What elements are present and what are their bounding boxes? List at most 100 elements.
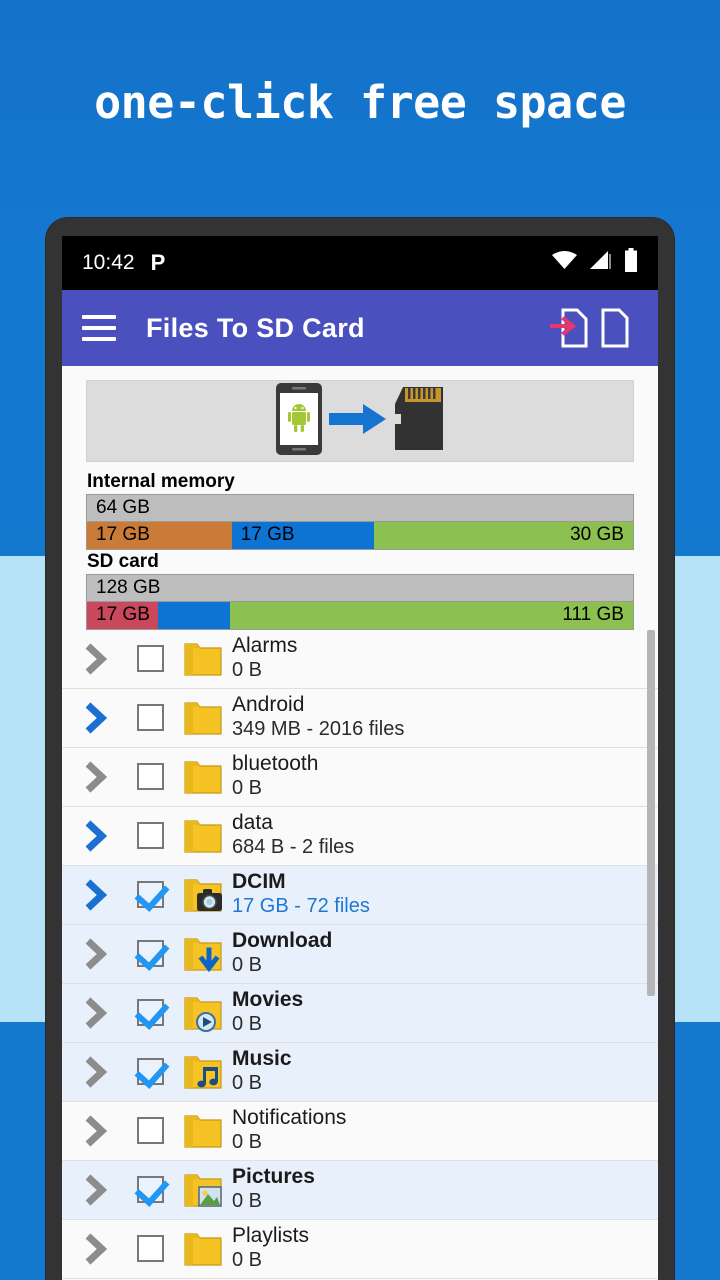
- page-title: one-click free space: [94, 76, 626, 129]
- hamburger-menu-icon[interactable]: [82, 315, 116, 341]
- chevron-right-icon[interactable]: [68, 641, 124, 677]
- row-checkbox[interactable]: [124, 999, 176, 1026]
- chevron-right-icon[interactable]: [68, 700, 124, 736]
- file-row-text: Movies 0 B: [230, 988, 658, 1036]
- phone-screen: 10:42 P Files To SD Card Internal memory…: [62, 236, 658, 1280]
- file-list-row[interactable]: Music 0 B: [62, 1042, 658, 1102]
- file-list-row[interactable]: Notifications 0 B: [62, 1102, 658, 1161]
- row-checkbox[interactable]: [124, 881, 176, 908]
- file-name: Playlists: [232, 1224, 310, 1248]
- storage-label: Internal memory: [87, 471, 235, 492]
- chevron-right-icon[interactable]: [68, 995, 124, 1031]
- folder-icon: [176, 755, 230, 799]
- file-row-text: Playlists 0 B: [230, 1224, 658, 1272]
- file-row-text: Android 349 MB - 2016 files: [230, 693, 658, 741]
- status-bar: 10:42 P: [62, 236, 658, 290]
- file-list-row[interactable]: Playlists 0 B: [62, 1220, 658, 1279]
- folder-music-icon: [176, 1050, 230, 1094]
- storage-segment-bar: 17 GB 111 GB: [86, 600, 634, 630]
- file-name: DCIM: [232, 870, 286, 894]
- folder-camera-icon: [176, 873, 230, 917]
- chevron-right-icon[interactable]: [68, 1054, 124, 1090]
- storage-segment-bar: 17 GB 17 GB 30 GB: [86, 520, 634, 550]
- status-time: 10:42: [82, 251, 135, 274]
- file-list-row[interactable]: Download 0 B: [62, 924, 658, 984]
- file-meta: 0 B: [232, 954, 263, 977]
- phone-mockup: 10:42 P Files To SD Card Internal memory…: [46, 218, 674, 1280]
- file-meta: 0 B: [232, 659, 263, 682]
- transfer-banner: [86, 380, 634, 462]
- file-row-text: bluetooth 0 B: [230, 752, 658, 800]
- file-row-text: Download 0 B: [230, 929, 658, 977]
- file-list-row[interactable]: bluetooth 0 B: [62, 748, 658, 807]
- row-checkbox[interactable]: [124, 1235, 176, 1262]
- row-checkbox[interactable]: [124, 763, 176, 790]
- chevron-right-icon[interactable]: [68, 936, 124, 972]
- chevron-right-icon[interactable]: [68, 818, 124, 854]
- file-meta: 0 B: [232, 777, 263, 800]
- banner-container: [62, 366, 658, 466]
- sd-card-icon: [393, 386, 445, 457]
- chevron-right-icon[interactable]: [68, 877, 124, 913]
- file-meta: 684 B - 2 files: [232, 836, 355, 859]
- file-row-text: Pictures 0 B: [230, 1165, 658, 1213]
- file-name: Android: [232, 693, 305, 717]
- folder-download-icon: [176, 932, 230, 976]
- file-row-text: Notifications 0 B: [230, 1106, 658, 1154]
- storage-segment: 17 GB: [87, 601, 158, 629]
- file-meta: 17 GB - 72 files: [232, 895, 370, 918]
- app-bar: Files To SD Card: [62, 290, 658, 366]
- battery-icon: [624, 248, 638, 278]
- storage-label: SD card: [87, 550, 159, 572]
- file-list-row[interactable]: DCIM 17 GB - 72 files: [62, 865, 658, 925]
- move-files-icon[interactable]: [546, 305, 592, 351]
- file-list[interactable]: Alarms 0 B Android 349 MB - 2016 files bluet…: [62, 629, 658, 1279]
- storage-segment: 30 GB: [373, 521, 633, 549]
- chevron-right-icon[interactable]: [68, 1172, 124, 1208]
- file-name: Pictures: [232, 1165, 315, 1189]
- file-meta: 0 B: [232, 1190, 263, 1213]
- storage-total-bar: 64 GB: [86, 493, 634, 521]
- file-name: Alarms: [232, 634, 298, 658]
- file-name: Music: [232, 1047, 292, 1071]
- folder-movie-icon: [176, 991, 230, 1035]
- row-checkbox[interactable]: [124, 704, 176, 731]
- app-bar-title: Files To SD Card: [146, 312, 365, 343]
- new-file-icon[interactable]: [592, 305, 638, 351]
- file-list-row[interactable]: Movies 0 B: [62, 983, 658, 1043]
- folder-icon: [176, 814, 230, 858]
- right-arrow-icon: [329, 402, 387, 441]
- status-bar-right: [551, 248, 638, 278]
- file-list-row[interactable]: Alarms 0 B: [62, 630, 658, 689]
- file-row-text: Music 0 B: [230, 1047, 658, 1095]
- file-name: Notifications: [232, 1106, 347, 1130]
- row-checkbox[interactable]: [124, 1176, 176, 1203]
- cell-signal-icon: [589, 250, 613, 276]
- file-row-text: Alarms 0 B: [230, 634, 658, 682]
- chevron-right-icon[interactable]: [68, 759, 124, 795]
- file-name: Download: [232, 929, 333, 953]
- chevron-right-icon[interactable]: [68, 1113, 124, 1149]
- folder-icon: [176, 1227, 230, 1271]
- row-checkbox[interactable]: [124, 822, 176, 849]
- folder-icon: [176, 637, 230, 681]
- file-meta: 0 B: [232, 1013, 263, 1036]
- storage-bars: Internal memory 64 GB 17 GB 17 GB 30 GB SD ca…: [62, 466, 658, 630]
- file-meta: 0 B: [232, 1131, 263, 1154]
- file-meta: 349 MB - 2016 files: [232, 718, 405, 741]
- file-name: data: [232, 811, 273, 835]
- storage-segment: 17 GB: [87, 521, 232, 549]
- row-checkbox[interactable]: [124, 1058, 176, 1085]
- row-checkbox[interactable]: [124, 1117, 176, 1144]
- file-list-row[interactable]: Pictures 0 B: [62, 1160, 658, 1220]
- file-row-text: data 684 B - 2 files: [230, 811, 658, 859]
- wifi-icon: [551, 250, 578, 276]
- row-checkbox[interactable]: [124, 940, 176, 967]
- file-list-row[interactable]: data 684 B - 2 files: [62, 807, 658, 866]
- row-checkbox[interactable]: [124, 645, 176, 672]
- list-scrollbar[interactable]: [647, 629, 655, 996]
- file-list-row[interactable]: Android 349 MB - 2016 files: [62, 689, 658, 748]
- storage-segment: 17 GB: [231, 521, 374, 549]
- storage-segment: 111 GB: [230, 601, 633, 629]
- chevron-right-icon[interactable]: [68, 1231, 124, 1267]
